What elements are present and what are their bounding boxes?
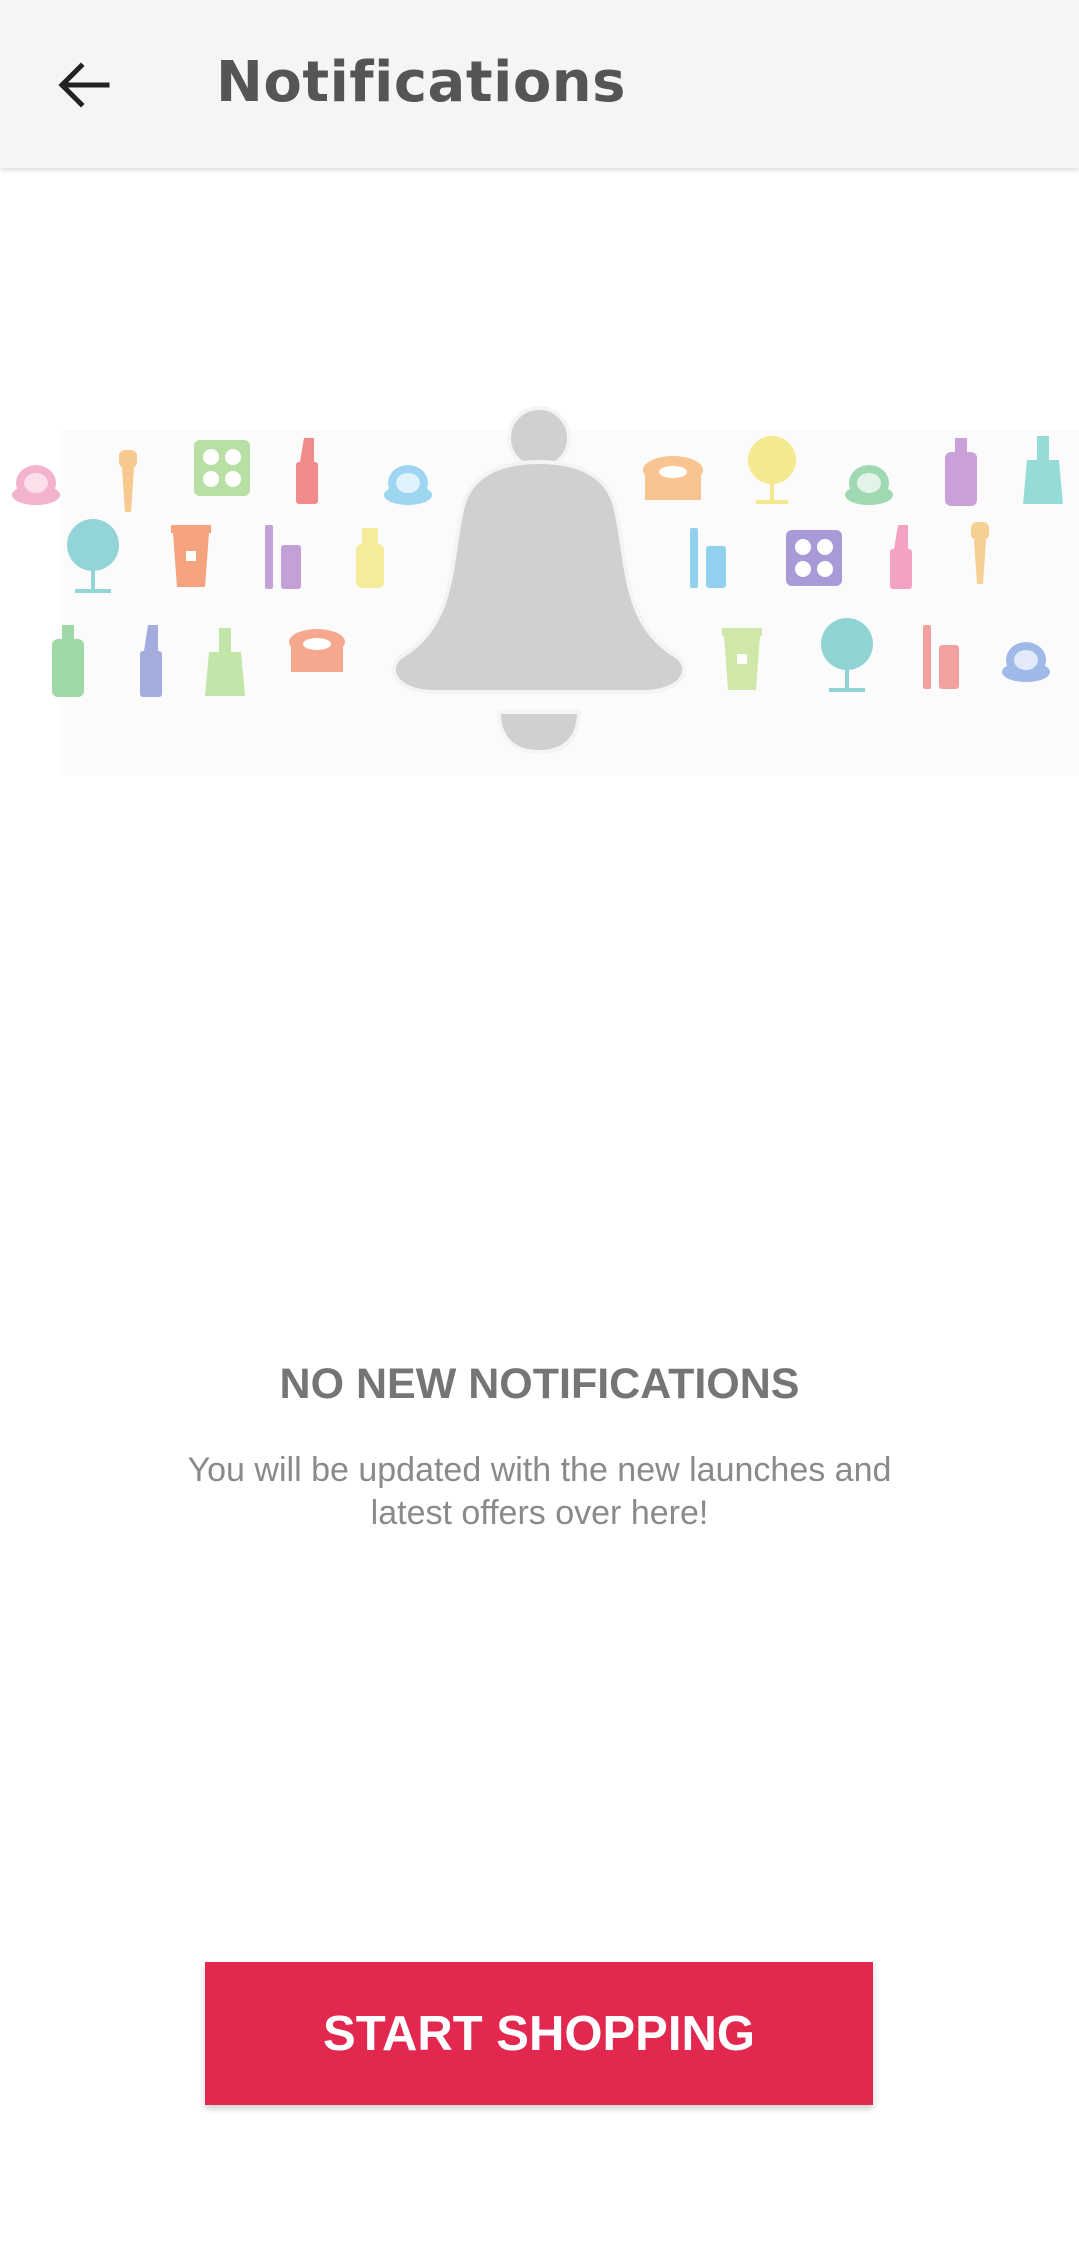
start-shopping-button[interactable]: START SHOPPING [205,1962,873,2105]
empty-state-subtitle: You will be updated with the new launche… [187,1451,892,1532]
cream-jar-icon [643,456,703,500]
back-button[interactable] [40,42,126,128]
eyeshadow-palette-icon [786,530,842,586]
page-title: Notifications [216,50,626,115]
empty-state-title: NO NEW NOTIFICATIONS [279,1360,800,1408]
app-bar: Notifications [0,0,1079,168]
empty-notifications-illustration [12,406,1079,775]
eyeshadow-palette-icon [194,440,250,496]
cream-jar-icon [289,629,345,672]
arrow-left-icon [58,62,110,108]
tube-icon [171,525,211,587]
compact-icon [12,465,60,505]
tube-icon [722,628,762,690]
